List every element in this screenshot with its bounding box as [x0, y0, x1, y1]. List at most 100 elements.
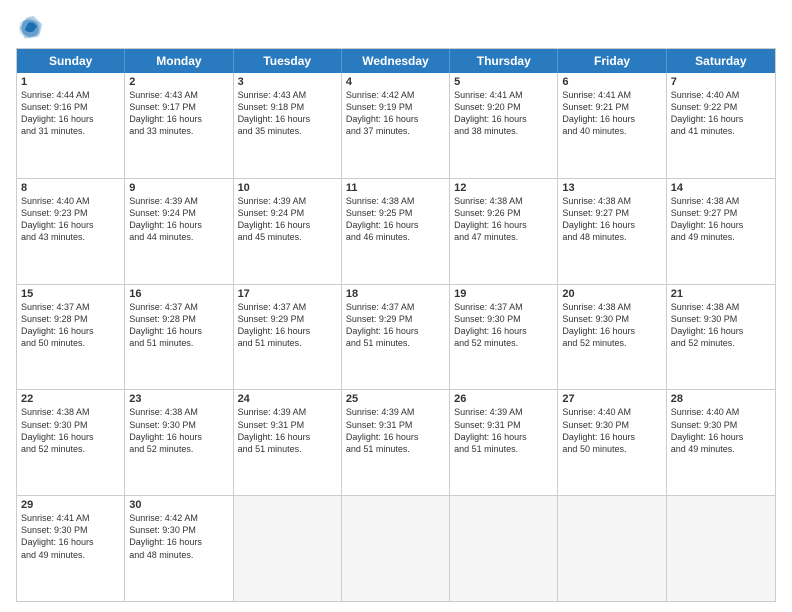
- cell-text: Sunrise: 4:40 AMSunset: 9:23 PMDaylight:…: [21, 195, 120, 244]
- calendar: SundayMondayTuesdayWednesdayThursdayFrid…: [16, 48, 776, 602]
- cell-text: Sunrise: 4:43 AMSunset: 9:17 PMDaylight:…: [129, 89, 228, 138]
- calendar-row-2: 8Sunrise: 4:40 AMSunset: 9:23 PMDaylight…: [17, 179, 775, 285]
- calendar-cell-22: 22Sunrise: 4:38 AMSunset: 9:30 PMDayligh…: [17, 390, 125, 495]
- calendar-row-4: 22Sunrise: 4:38 AMSunset: 9:30 PMDayligh…: [17, 390, 775, 496]
- day-number: 4: [346, 76, 445, 88]
- calendar-cell-8: 8Sunrise: 4:40 AMSunset: 9:23 PMDaylight…: [17, 179, 125, 284]
- cell-text: Sunrise: 4:38 AMSunset: 9:30 PMDaylight:…: [671, 301, 771, 350]
- calendar-cell-25: 25Sunrise: 4:39 AMSunset: 9:31 PMDayligh…: [342, 390, 450, 495]
- header-cell-friday: Friday: [558, 49, 666, 73]
- calendar-row-5: 29Sunrise: 4:41 AMSunset: 9:30 PMDayligh…: [17, 496, 775, 601]
- calendar-cell-12: 12Sunrise: 4:38 AMSunset: 9:26 PMDayligh…: [450, 179, 558, 284]
- calendar-cell-30: 30Sunrise: 4:42 AMSunset: 9:30 PMDayligh…: [125, 496, 233, 601]
- day-number: 17: [238, 288, 337, 300]
- day-number: 26: [454, 393, 553, 405]
- cell-text: Sunrise: 4:41 AMSunset: 9:20 PMDaylight:…: [454, 89, 553, 138]
- calendar-cell-26: 26Sunrise: 4:39 AMSunset: 9:31 PMDayligh…: [450, 390, 558, 495]
- calendar-cell-19: 19Sunrise: 4:37 AMSunset: 9:30 PMDayligh…: [450, 285, 558, 390]
- header-cell-thursday: Thursday: [450, 49, 558, 73]
- page: SundayMondayTuesdayWednesdayThursdayFrid…: [0, 0, 792, 612]
- day-number: 13: [562, 182, 661, 194]
- calendar-cell-27: 27Sunrise: 4:40 AMSunset: 9:30 PMDayligh…: [558, 390, 666, 495]
- header-cell-tuesday: Tuesday: [234, 49, 342, 73]
- day-number: 29: [21, 499, 120, 511]
- cell-text: Sunrise: 4:37 AMSunset: 9:28 PMDaylight:…: [21, 301, 120, 350]
- cell-text: Sunrise: 4:38 AMSunset: 9:27 PMDaylight:…: [671, 195, 771, 244]
- day-number: 1: [21, 76, 120, 88]
- calendar-body: 1Sunrise: 4:44 AMSunset: 9:16 PMDaylight…: [17, 73, 775, 601]
- day-number: 18: [346, 288, 445, 300]
- calendar-cell-5: 5Sunrise: 4:41 AMSunset: 9:20 PMDaylight…: [450, 73, 558, 178]
- day-number: 5: [454, 76, 553, 88]
- day-number: 2: [129, 76, 228, 88]
- cell-text: Sunrise: 4:38 AMSunset: 9:25 PMDaylight:…: [346, 195, 445, 244]
- calendar-cell-10: 10Sunrise: 4:39 AMSunset: 9:24 PMDayligh…: [234, 179, 342, 284]
- calendar-cell-21: 21Sunrise: 4:38 AMSunset: 9:30 PMDayligh…: [667, 285, 775, 390]
- day-number: 27: [562, 393, 661, 405]
- cell-text: Sunrise: 4:43 AMSunset: 9:18 PMDaylight:…: [238, 89, 337, 138]
- calendar-cell-35: [667, 496, 775, 601]
- cell-text: Sunrise: 4:39 AMSunset: 9:31 PMDaylight:…: [454, 406, 553, 455]
- cell-text: Sunrise: 4:37 AMSunset: 9:30 PMDaylight:…: [454, 301, 553, 350]
- calendar-cell-20: 20Sunrise: 4:38 AMSunset: 9:30 PMDayligh…: [558, 285, 666, 390]
- day-number: 30: [129, 499, 228, 511]
- cell-text: Sunrise: 4:42 AMSunset: 9:30 PMDaylight:…: [129, 512, 228, 561]
- day-number: 3: [238, 76, 337, 88]
- calendar-cell-2: 2Sunrise: 4:43 AMSunset: 9:17 PMDaylight…: [125, 73, 233, 178]
- cell-text: Sunrise: 4:39 AMSunset: 9:31 PMDaylight:…: [238, 406, 337, 455]
- day-number: 19: [454, 288, 553, 300]
- cell-text: Sunrise: 4:39 AMSunset: 9:24 PMDaylight:…: [129, 195, 228, 244]
- day-number: 24: [238, 393, 337, 405]
- calendar-cell-18: 18Sunrise: 4:37 AMSunset: 9:29 PMDayligh…: [342, 285, 450, 390]
- cell-text: Sunrise: 4:39 AMSunset: 9:24 PMDaylight:…: [238, 195, 337, 244]
- calendar-cell-9: 9Sunrise: 4:39 AMSunset: 9:24 PMDaylight…: [125, 179, 233, 284]
- cell-text: Sunrise: 4:38 AMSunset: 9:27 PMDaylight:…: [562, 195, 661, 244]
- day-number: 9: [129, 182, 228, 194]
- header-cell-saturday: Saturday: [667, 49, 775, 73]
- calendar-cell-17: 17Sunrise: 4:37 AMSunset: 9:29 PMDayligh…: [234, 285, 342, 390]
- cell-text: Sunrise: 4:37 AMSunset: 9:28 PMDaylight:…: [129, 301, 228, 350]
- calendar-header-row: SundayMondayTuesdayWednesdayThursdayFrid…: [17, 49, 775, 73]
- calendar-cell-24: 24Sunrise: 4:39 AMSunset: 9:31 PMDayligh…: [234, 390, 342, 495]
- day-number: 15: [21, 288, 120, 300]
- logo: [16, 14, 48, 42]
- cell-text: Sunrise: 4:42 AMSunset: 9:19 PMDaylight:…: [346, 89, 445, 138]
- cell-text: Sunrise: 4:40 AMSunset: 9:22 PMDaylight:…: [671, 89, 771, 138]
- calendar-cell-32: [342, 496, 450, 601]
- day-number: 6: [562, 76, 661, 88]
- day-number: 16: [129, 288, 228, 300]
- header-cell-sunday: Sunday: [17, 49, 125, 73]
- day-number: 8: [21, 182, 120, 194]
- cell-text: Sunrise: 4:38 AMSunset: 9:26 PMDaylight:…: [454, 195, 553, 244]
- header: [16, 14, 776, 42]
- day-number: 20: [562, 288, 661, 300]
- day-number: 11: [346, 182, 445, 194]
- cell-text: Sunrise: 4:38 AMSunset: 9:30 PMDaylight:…: [562, 301, 661, 350]
- calendar-cell-28: 28Sunrise: 4:40 AMSunset: 9:30 PMDayligh…: [667, 390, 775, 495]
- calendar-cell-23: 23Sunrise: 4:38 AMSunset: 9:30 PMDayligh…: [125, 390, 233, 495]
- day-number: 14: [671, 182, 771, 194]
- calendar-cell-1: 1Sunrise: 4:44 AMSunset: 9:16 PMDaylight…: [17, 73, 125, 178]
- day-number: 28: [671, 393, 771, 405]
- cell-text: Sunrise: 4:44 AMSunset: 9:16 PMDaylight:…: [21, 89, 120, 138]
- cell-text: Sunrise: 4:40 AMSunset: 9:30 PMDaylight:…: [671, 406, 771, 455]
- calendar-cell-11: 11Sunrise: 4:38 AMSunset: 9:25 PMDayligh…: [342, 179, 450, 284]
- cell-text: Sunrise: 4:41 AMSunset: 9:30 PMDaylight:…: [21, 512, 120, 561]
- calendar-cell-7: 7Sunrise: 4:40 AMSunset: 9:22 PMDaylight…: [667, 73, 775, 178]
- calendar-cell-13: 13Sunrise: 4:38 AMSunset: 9:27 PMDayligh…: [558, 179, 666, 284]
- calendar-row-3: 15Sunrise: 4:37 AMSunset: 9:28 PMDayligh…: [17, 285, 775, 391]
- calendar-row-1: 1Sunrise: 4:44 AMSunset: 9:16 PMDaylight…: [17, 73, 775, 179]
- day-number: 12: [454, 182, 553, 194]
- calendar-cell-6: 6Sunrise: 4:41 AMSunset: 9:21 PMDaylight…: [558, 73, 666, 178]
- calendar-cell-4: 4Sunrise: 4:42 AMSunset: 9:19 PMDaylight…: [342, 73, 450, 178]
- day-number: 22: [21, 393, 120, 405]
- header-cell-wednesday: Wednesday: [342, 49, 450, 73]
- calendar-cell-15: 15Sunrise: 4:37 AMSunset: 9:28 PMDayligh…: [17, 285, 125, 390]
- logo-icon: [16, 14, 44, 42]
- header-cell-monday: Monday: [125, 49, 233, 73]
- cell-text: Sunrise: 4:37 AMSunset: 9:29 PMDaylight:…: [346, 301, 445, 350]
- calendar-cell-3: 3Sunrise: 4:43 AMSunset: 9:18 PMDaylight…: [234, 73, 342, 178]
- day-number: 7: [671, 76, 771, 88]
- calendar-cell-14: 14Sunrise: 4:38 AMSunset: 9:27 PMDayligh…: [667, 179, 775, 284]
- day-number: 25: [346, 393, 445, 405]
